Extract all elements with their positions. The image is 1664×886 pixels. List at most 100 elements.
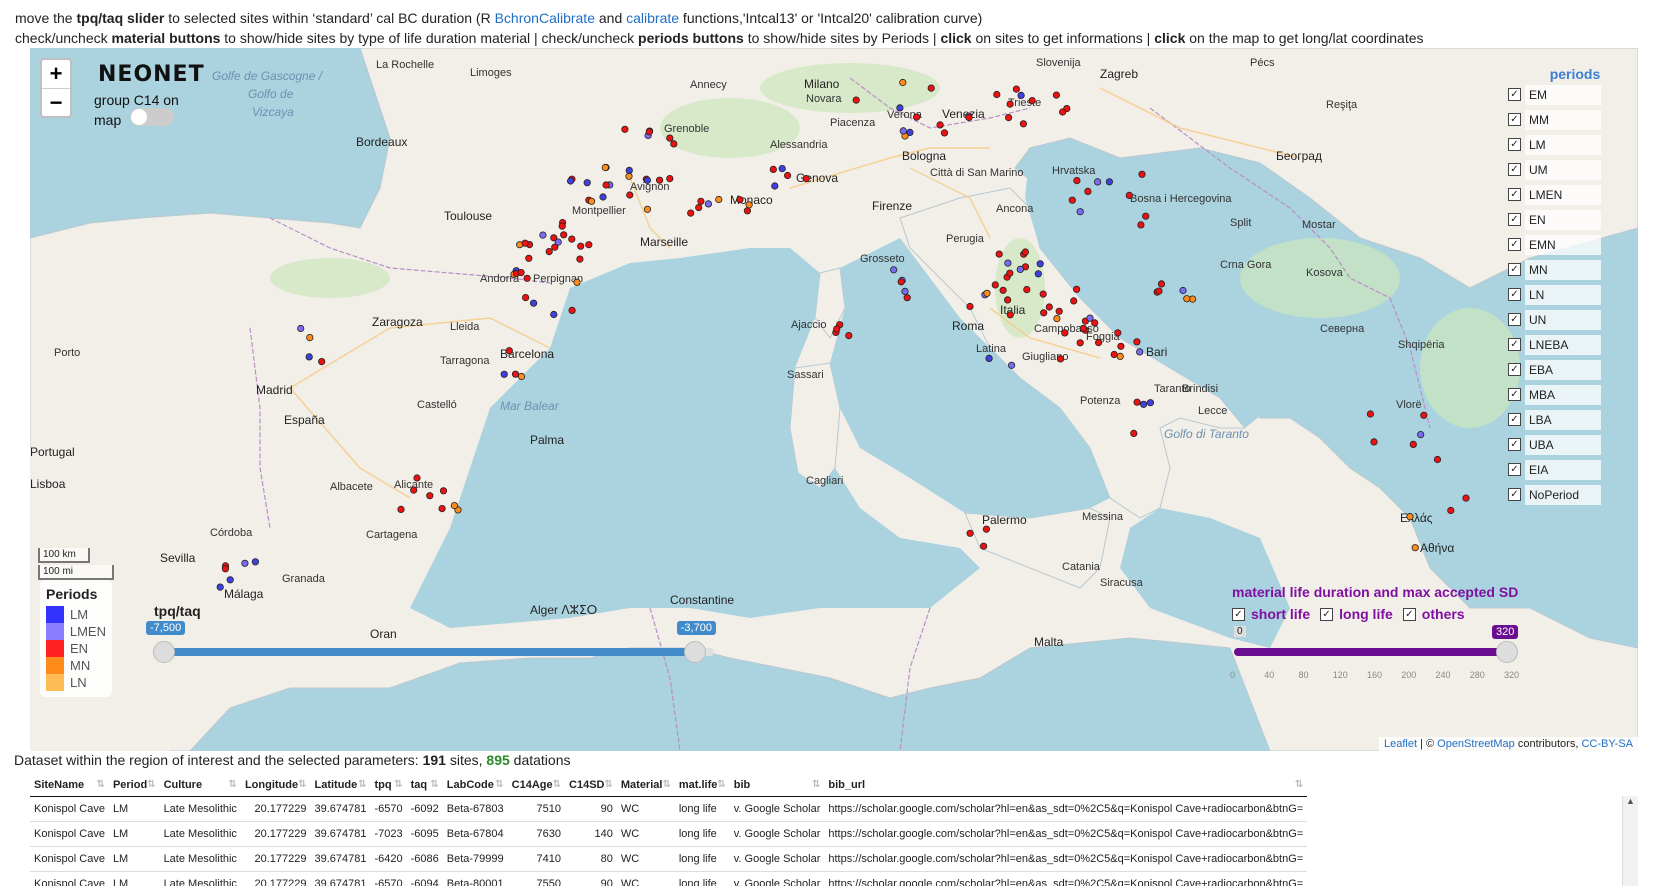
column-header-bib[interactable]: bib ⇅ [729, 774, 825, 797]
tpq-taq-slider[interactable]: -7,500 -3,700 [146, 621, 716, 663]
site-marker[interactable] [505, 347, 513, 355]
group-c14-toggle[interactable] [130, 108, 174, 126]
site-marker[interactable] [778, 165, 786, 173]
site-marker[interactable] [1133, 398, 1141, 406]
site-marker[interactable] [1012, 85, 1021, 93]
site-marker[interactable] [523, 274, 531, 282]
site-marker[interactable] [1417, 430, 1425, 439]
site-marker[interactable] [1114, 329, 1122, 337]
site-marker[interactable] [1007, 361, 1016, 369]
site-marker[interactable] [1095, 338, 1103, 347]
site-marker[interactable] [704, 200, 713, 208]
site-marker[interactable] [1406, 513, 1414, 521]
site-marker[interactable] [1094, 178, 1102, 186]
site-marker[interactable] [670, 140, 678, 148]
site-marker[interactable] [413, 474, 421, 482]
site-marker[interactable] [1146, 399, 1155, 407]
site-marker[interactable] [517, 269, 525, 277]
license-link[interactable]: CC-BY-SA [1581, 738, 1633, 750]
site-marker[interactable] [1138, 170, 1146, 178]
site-marker[interactable] [940, 129, 949, 137]
site-marker[interactable] [587, 197, 596, 205]
period-toggle-mm[interactable]: ✓ MM [1508, 107, 1628, 132]
leaflet-link[interactable]: Leaflet [1384, 738, 1417, 750]
period-toggle-eia[interactable]: ✓ EIA [1508, 457, 1628, 482]
site-marker[interactable] [655, 176, 664, 184]
site-marker[interactable] [643, 205, 652, 213]
site-marker[interactable] [573, 278, 581, 286]
map[interactable]: Bordeaux Toulouse Montpellier Marseille … [30, 48, 1638, 751]
site-marker[interactable] [1137, 221, 1145, 229]
site-marker[interactable] [1079, 324, 1088, 332]
column-header-longitude[interactable]: Longitude ⇅ [240, 774, 311, 797]
site-marker[interactable] [1053, 314, 1061, 323]
site-marker[interactable] [625, 166, 633, 175]
site-marker[interactable] [1091, 319, 1099, 327]
site-marker[interactable] [525, 254, 533, 262]
column-header-mat-life[interactable]: mat.life ⇅ [674, 774, 730, 797]
site-marker[interactable] [890, 266, 898, 274]
site-marker[interactable] [1105, 178, 1114, 186]
site-marker[interactable] [1003, 296, 1012, 304]
site-marker[interactable] [1130, 429, 1138, 437]
period-toggle-lneba[interactable]: ✓ LNEBA [1508, 332, 1628, 357]
site-marker[interactable] [560, 231, 568, 239]
site-marker[interactable] [576, 255, 584, 263]
site-marker[interactable] [1157, 280, 1166, 288]
period-toggle-lba[interactable]: ✓ LBA [1508, 407, 1628, 432]
column-header-sitename[interactable]: SiteName ⇅ [30, 774, 109, 797]
column-header-period[interactable]: Period ⇅ [108, 774, 160, 797]
site-marker[interactable] [216, 583, 224, 591]
others-checkbox[interactable]: ✓ others [1402, 606, 1465, 622]
site-marker[interactable] [1006, 100, 1014, 108]
site-marker[interactable] [899, 127, 907, 135]
site-marker[interactable] [439, 487, 448, 495]
map-tiles[interactable]: Bordeaux Toulouse Montpellier Marseille … [30, 48, 1638, 751]
site-marker[interactable] [687, 209, 695, 217]
period-toggle-ln[interactable]: ✓ LN [1508, 282, 1628, 307]
site-marker[interactable] [251, 558, 259, 566]
site-marker[interactable] [1004, 114, 1013, 122]
table-row[interactable]: Konispol Cave LM Late Mesolithic 20.177229 3… [30, 796, 1308, 822]
site-marker[interactable] [529, 299, 538, 307]
site-marker[interactable] [745, 201, 753, 209]
site-marker[interactable] [1183, 295, 1191, 303]
site-marker[interactable] [438, 504, 446, 513]
site-marker[interactable] [1023, 286, 1031, 294]
site-marker[interactable] [1084, 187, 1092, 195]
site-marker[interactable] [697, 197, 705, 205]
column-header-tpq[interactable]: tpq ⇅ [370, 774, 407, 797]
site-marker[interactable] [666, 175, 674, 183]
site-marker[interactable] [517, 372, 526, 381]
site-marker[interactable] [621, 125, 629, 133]
site-marker[interactable] [965, 113, 973, 122]
site-marker[interactable] [545, 248, 553, 256]
period-toggle-eba[interactable]: ✓ EBA [1508, 357, 1628, 382]
site-marker[interactable] [1045, 303, 1053, 311]
site-marker[interactable] [583, 179, 591, 187]
site-marker[interactable] [625, 172, 633, 180]
site-marker[interactable] [450, 501, 458, 510]
site-marker[interactable] [1133, 338, 1141, 346]
period-toggle-emn[interactable]: ✓ EMN [1508, 232, 1628, 257]
site-marker[interactable] [1036, 260, 1044, 268]
site-marker[interactable] [695, 204, 703, 212]
site-marker[interactable] [1076, 339, 1084, 347]
site-marker[interactable] [1006, 311, 1014, 319]
column-header-c14sd[interactable]: C14SD ⇅ [565, 774, 617, 797]
column-header-culture[interactable]: Culture ⇅ [159, 774, 241, 797]
site-marker[interactable] [566, 177, 575, 185]
table-row[interactable]: Konispol Cave LM Late Mesolithic 20.177229 3… [30, 821, 1308, 847]
site-marker[interactable] [550, 310, 558, 319]
site-marker[interactable] [1056, 355, 1065, 363]
site-marker[interactable] [983, 289, 991, 297]
site-marker[interactable] [602, 181, 610, 189]
site-marker[interactable] [568, 235, 576, 243]
site-marker[interactable] [1019, 120, 1028, 128]
period-toggle-en[interactable]: ✓ EN [1508, 207, 1628, 232]
site-marker[interactable] [1039, 290, 1047, 298]
calibrate-link[interactable]: calibrate [626, 10, 679, 26]
site-marker[interactable] [1004, 259, 1012, 267]
site-marker[interactable] [221, 565, 229, 573]
site-marker[interactable] [426, 492, 434, 500]
